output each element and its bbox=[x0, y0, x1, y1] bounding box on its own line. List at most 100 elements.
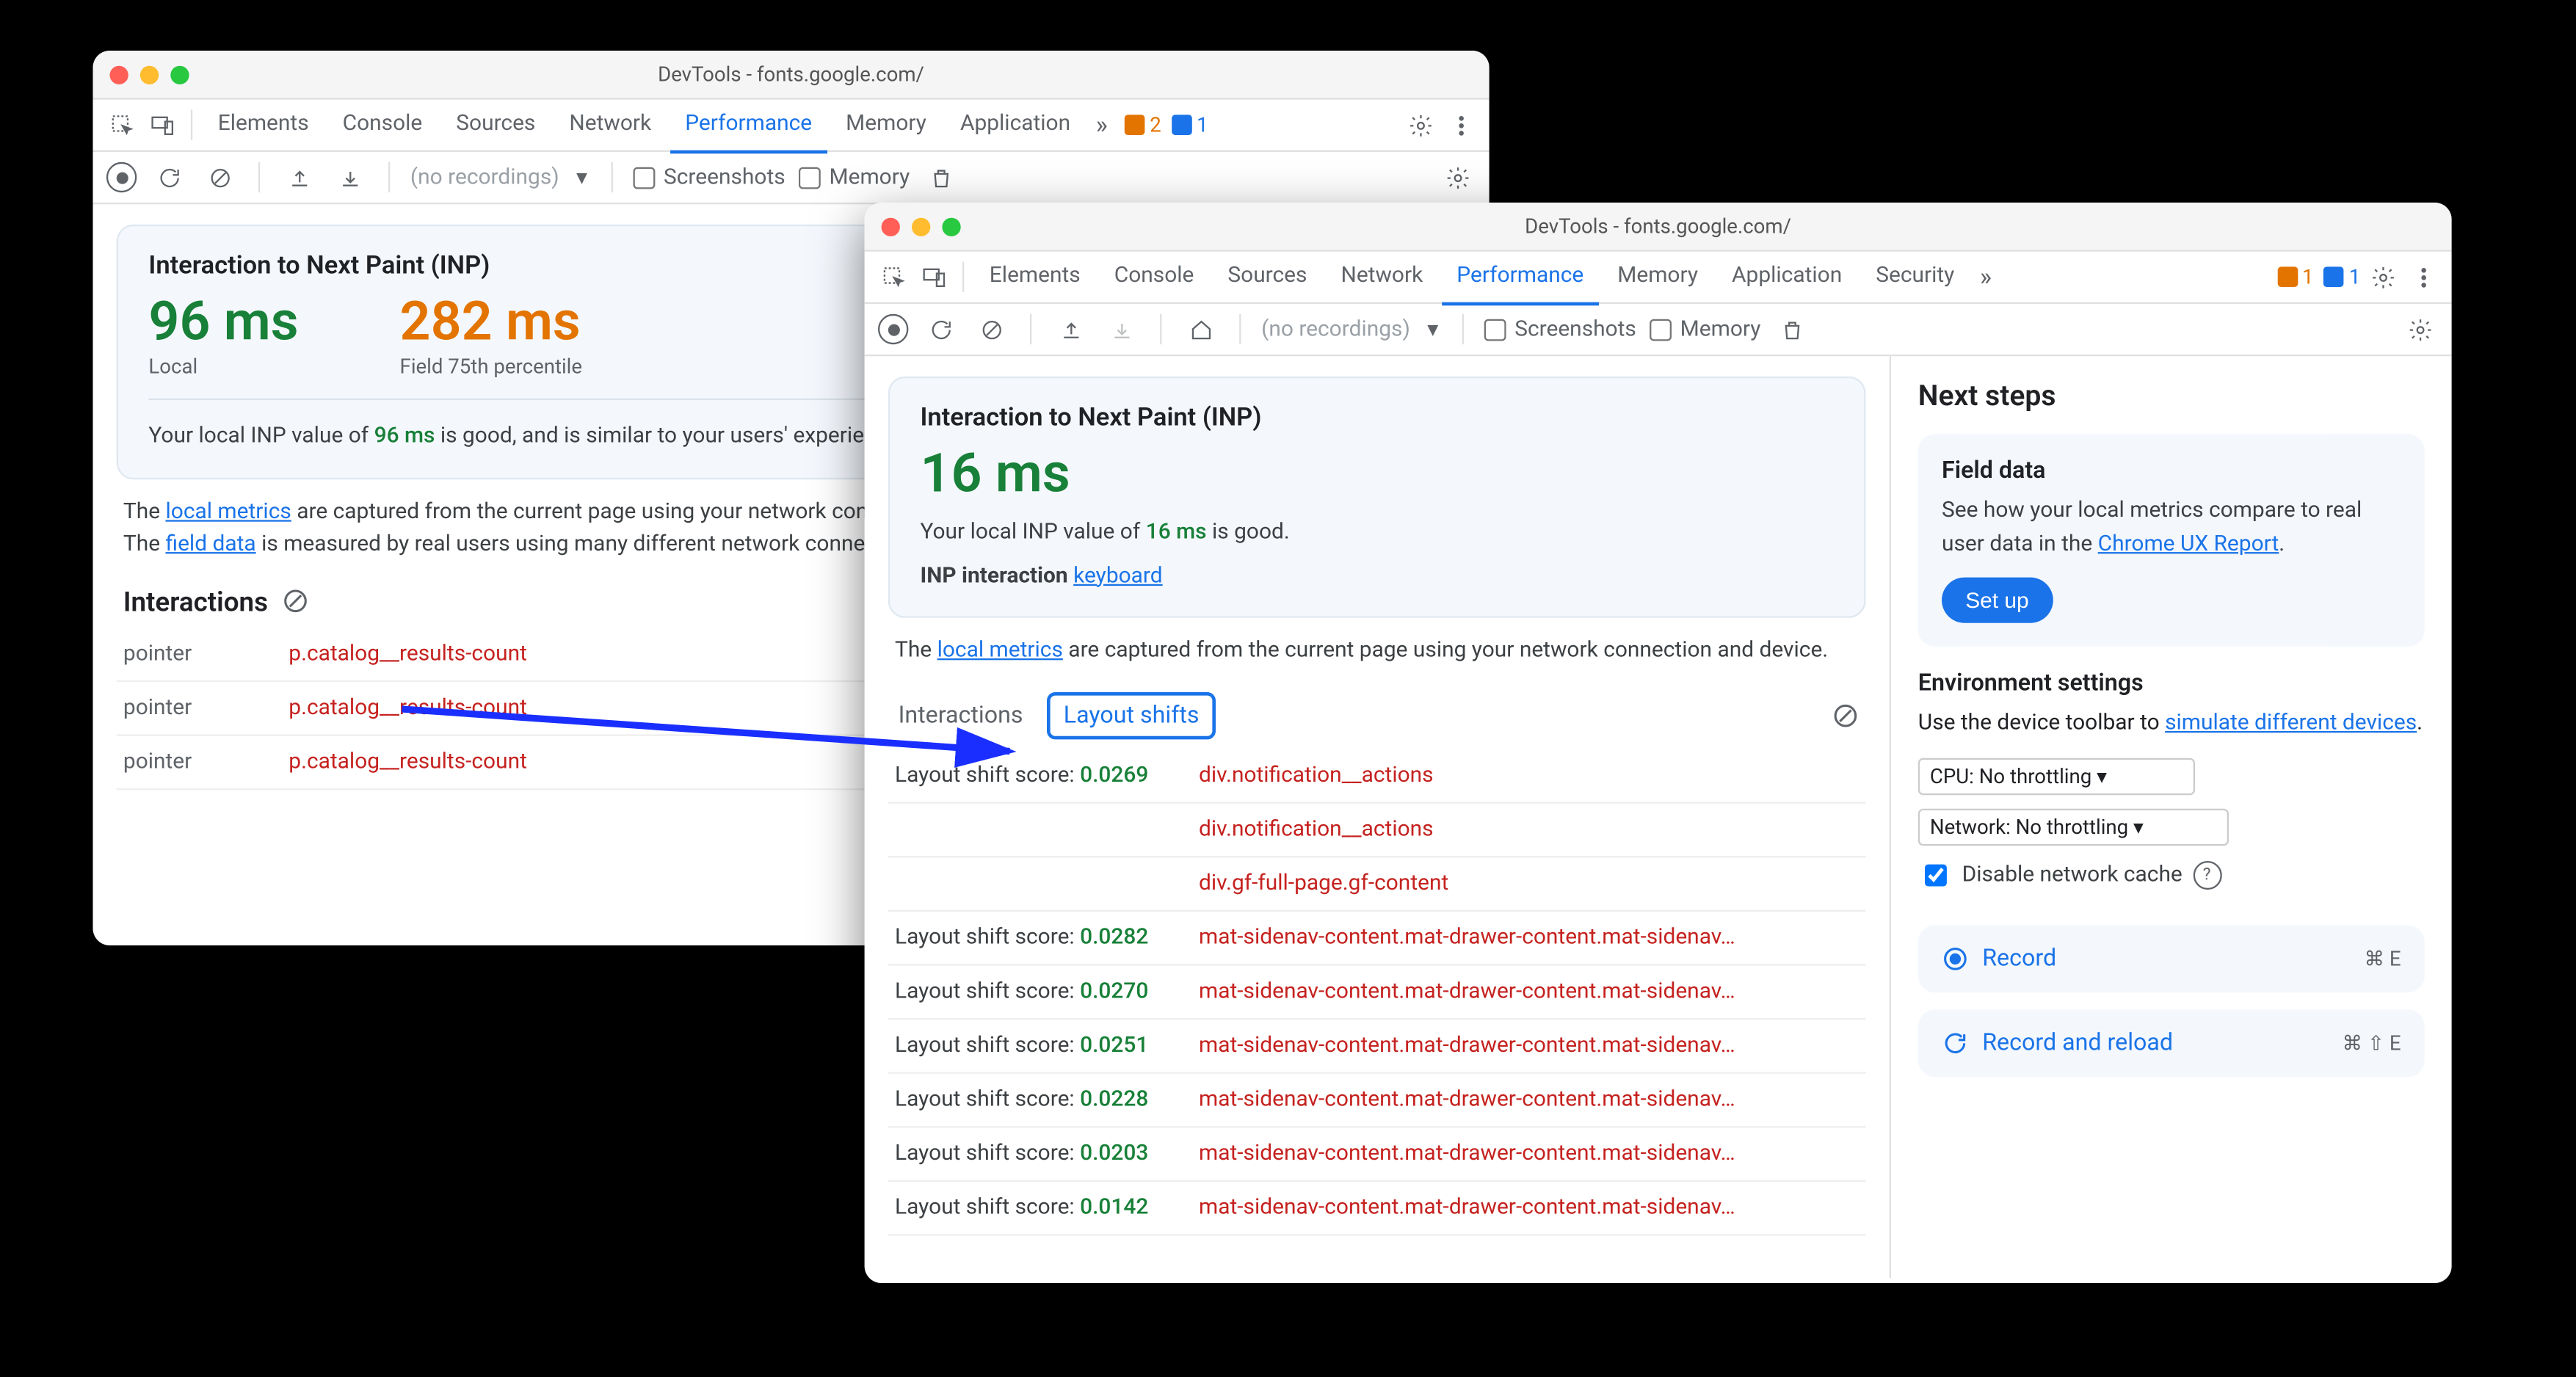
setup-button[interactable]: Set up bbox=[1942, 578, 2053, 623]
clear-list-icon[interactable] bbox=[1832, 702, 1860, 729]
subtab-interactions[interactable]: Interactions bbox=[895, 694, 1026, 735]
layout-shift-row[interactable]: Layout shift score: 0.0270mat-sidenav-co… bbox=[888, 964, 1866, 1019]
disable-cache-checkbox[interactable]: Disable network cache ? bbox=[1918, 859, 2425, 891]
layout-shift-row[interactable]: Layout shift score: 0.0203mat-sidenav-co… bbox=[888, 1127, 1866, 1181]
local-metrics-link[interactable]: local metrics bbox=[166, 499, 291, 525]
ls-score bbox=[895, 816, 1182, 842]
layout-shift-row[interactable]: Layout shift score: 0.0282mat-sidenav-co… bbox=[888, 911, 1866, 965]
gear-icon[interactable] bbox=[2401, 310, 2439, 348]
clear-icon[interactable] bbox=[201, 159, 239, 196]
record-reload-card[interactable]: Record and reload ⌘ ⇧ E bbox=[1918, 1009, 2425, 1076]
record-card[interactable]: Record ⌘ E bbox=[1918, 924, 2425, 992]
device-icon[interactable] bbox=[144, 106, 181, 144]
inp-interaction-link[interactable]: keyboard bbox=[1073, 563, 1163, 589]
gear-icon[interactable] bbox=[1439, 159, 1476, 196]
tab-memory[interactable]: Memory bbox=[1603, 252, 1713, 302]
screenshots-checkbox[interactable]: Screenshots bbox=[1484, 316, 1636, 342]
toolbar: (no recordings) ▼ Screenshots Memory bbox=[93, 152, 1490, 204]
tab-console[interactable]: Console bbox=[1099, 252, 1209, 302]
memory-checkbox[interactable]: Memory bbox=[799, 164, 910, 190]
issue-badge[interactable]: 1 bbox=[2323, 265, 2360, 288]
upload-icon[interactable] bbox=[1052, 310, 1089, 348]
local-metrics-link[interactable]: local metrics bbox=[937, 638, 1063, 664]
chevron-down-icon[interactable]: ▼ bbox=[1423, 319, 1442, 341]
crux-link[interactable]: Chrome UX Report bbox=[2098, 531, 2279, 556]
reload-icon[interactable] bbox=[922, 310, 959, 348]
layout-shift-row[interactable]: Layout shift score: 0.0251mat-sidenav-co… bbox=[888, 1019, 1866, 1073]
gear-icon[interactable] bbox=[2364, 258, 2401, 296]
recordings-dropdown[interactable]: (no recordings) bbox=[410, 164, 559, 190]
interaction-type: pointer bbox=[117, 627, 282, 680]
ls-element: div.notification__actions bbox=[1199, 762, 1859, 788]
inspect-icon[interactable] bbox=[874, 258, 912, 296]
inp-field-label: Field 75th percentile bbox=[400, 355, 582, 378]
more-tabs-icon[interactable]: » bbox=[1973, 262, 1999, 292]
tab-bar: Elements Console Sources Network Perform… bbox=[865, 252, 2452, 304]
device-icon[interactable] bbox=[915, 258, 953, 296]
inp-local-label: Local bbox=[148, 355, 298, 378]
download-icon[interactable] bbox=[331, 159, 369, 196]
clear-icon[interactable] bbox=[973, 310, 1010, 348]
kebab-icon[interactable] bbox=[2404, 258, 2442, 296]
layout-shift-row[interactable]: Layout shift score: 0.0228mat-sidenav-co… bbox=[888, 1073, 1866, 1127]
gc-icon[interactable] bbox=[1774, 310, 1812, 348]
tab-sources[interactable]: Sources bbox=[1213, 252, 1323, 302]
tab-console[interactable]: Console bbox=[327, 100, 438, 150]
tab-network[interactable]: Network bbox=[554, 100, 667, 150]
ls-element: mat-sidenav-content.mat-drawer-content.m… bbox=[1199, 1032, 1859, 1058]
tab-performance[interactable]: Performance bbox=[1442, 251, 1599, 305]
kebab-icon[interactable] bbox=[1442, 106, 1479, 144]
inp-card: Interaction to Next Paint (INP) 16 ms Yo… bbox=[888, 377, 1866, 618]
window-title: DevTools - fonts.google.com/ bbox=[865, 214, 2452, 238]
interactions-heading: Interactions bbox=[123, 585, 268, 617]
gc-icon[interactable] bbox=[924, 159, 961, 196]
help-icon[interactable]: ? bbox=[2193, 860, 2221, 889]
cpu-throttle-select[interactable]: CPU: No throttling ▾ bbox=[1918, 757, 2195, 795]
layout-shift-row[interactable]: Layout shift score: 0.0142mat-sidenav-co… bbox=[888, 1181, 1866, 1235]
record-icon[interactable] bbox=[878, 314, 908, 344]
reload-icon[interactable] bbox=[150, 159, 188, 196]
clear-interactions-icon[interactable] bbox=[281, 587, 308, 614]
warning-badge[interactable]: 1 bbox=[2277, 265, 2314, 288]
titlebar: DevTools - fonts.google.com/ bbox=[93, 51, 1490, 100]
upload-icon[interactable] bbox=[280, 159, 318, 196]
tab-application[interactable]: Application bbox=[1716, 252, 1857, 302]
ls-element: div.gf-full-page.gf-content bbox=[1199, 871, 1859, 896]
subtab-layout-shifts[interactable]: Layout shifts bbox=[1047, 691, 1216, 738]
ls-element: mat-sidenav-content.mat-drawer-content.m… bbox=[1199, 1086, 1859, 1112]
chevron-down-icon[interactable]: ▼ bbox=[573, 167, 591, 189]
local-metrics-note: The local metrics are captured from the … bbox=[888, 635, 1866, 668]
tab-application[interactable]: Application bbox=[945, 100, 1086, 150]
ls-score: Layout shift score: 0.0142 bbox=[895, 1194, 1182, 1220]
layout-shift-row[interactable]: Layout shift score: 0.0269div.notificati… bbox=[888, 749, 1866, 803]
tab-network[interactable]: Network bbox=[1326, 252, 1438, 302]
environment-settings: Environment settings Use the device tool… bbox=[1918, 670, 2425, 890]
download-icon bbox=[1103, 310, 1140, 348]
home-icon[interactable] bbox=[1182, 310, 1219, 348]
interaction-type: pointer bbox=[117, 735, 282, 789]
inspect-icon[interactable] bbox=[103, 106, 140, 144]
issue-badge[interactable]: 1 bbox=[1172, 113, 1208, 137]
gear-icon[interactable] bbox=[1401, 106, 1439, 144]
layout-shift-row[interactable]: div.notification__actions bbox=[888, 803, 1866, 857]
tab-performance[interactable]: Performance bbox=[670, 99, 827, 153]
inp-local-value: 16 ms bbox=[921, 446, 1834, 500]
tab-security[interactable]: Security bbox=[1861, 252, 1970, 302]
warning-badge[interactable]: 2 bbox=[1125, 113, 1161, 137]
layout-shift-row[interactable]: div.gf-full-page.gf-content bbox=[888, 857, 1866, 911]
simulate-devices-link[interactable]: simulate different devices bbox=[2165, 711, 2417, 736]
tab-elements[interactable]: Elements bbox=[974, 252, 1095, 302]
memory-checkbox[interactable]: Memory bbox=[1650, 316, 1760, 342]
recordings-dropdown[interactable]: (no recordings) bbox=[1261, 316, 1410, 342]
field-data-link[interactable]: field data bbox=[166, 532, 256, 558]
field-data-card: Field data See how your local metrics co… bbox=[1918, 434, 2425, 647]
ls-element: mat-sidenav-content.mat-drawer-content.m… bbox=[1199, 924, 1859, 950]
inp-interaction-line: INP interaction keyboard bbox=[921, 559, 1834, 592]
tab-sources[interactable]: Sources bbox=[441, 100, 551, 150]
more-tabs-icon[interactable]: » bbox=[1089, 110, 1114, 140]
screenshots-checkbox[interactable]: Screenshots bbox=[634, 164, 786, 190]
tab-elements[interactable]: Elements bbox=[203, 100, 324, 150]
tab-memory[interactable]: Memory bbox=[830, 100, 941, 150]
network-throttle-select[interactable]: Network: No throttling ▾ bbox=[1918, 808, 2229, 846]
record-icon[interactable] bbox=[106, 162, 137, 192]
